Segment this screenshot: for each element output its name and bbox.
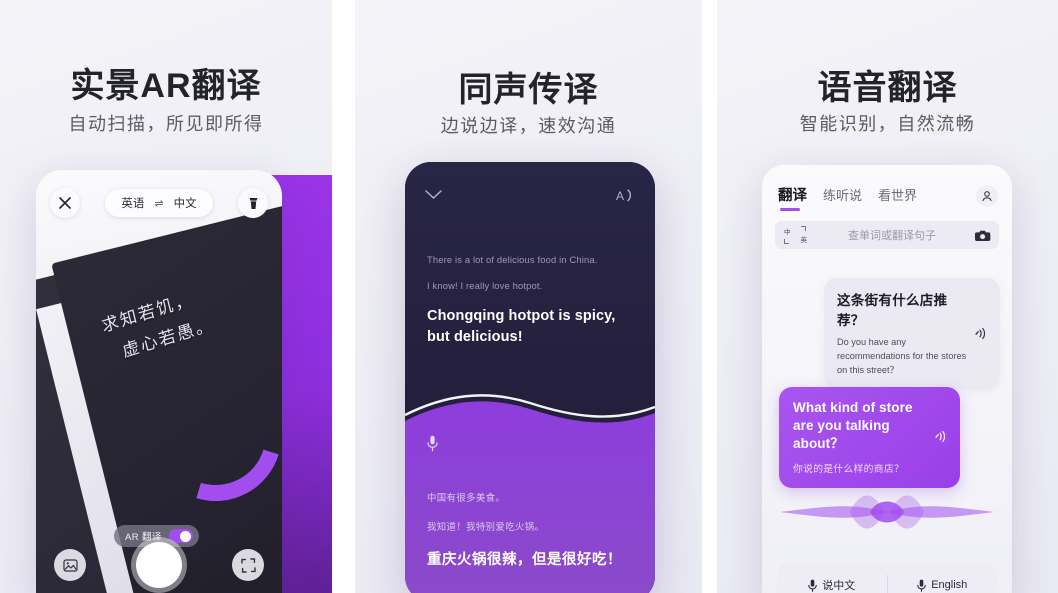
voice-waveform	[762, 487, 1012, 537]
panel-1-headline: 实景AR翻译	[70, 67, 262, 105]
tab-bar: 翻译 练听说 看世界	[778, 183, 998, 211]
search-placeholder: 查单词或翻译句子	[848, 230, 936, 242]
english-highlight: Chongqing hotpot is spicy, but delicious…	[427, 308, 616, 346]
incoming-secondary-text: Do you have any recommendations for the …	[837, 337, 967, 375]
message-bubble-incoming[interactable]: 这条街有什么店推荐？ Do you have any recommendatio…	[824, 278, 1000, 390]
chevron-down-icon[interactable]	[425, 190, 442, 200]
chinese-highlight: 重庆火锅很辣，但是很好吃！	[427, 552, 622, 568]
gallery-icon[interactable]	[54, 549, 86, 581]
bracket-top-right	[801, 226, 806, 231]
panel-simultaneous-interpretation: 同声传译 边说边译，速效沟通 A There is a lot of delic…	[355, 0, 702, 593]
panel-2-headline: 同声传译	[458, 71, 599, 109]
swap-languages-icon[interactable]: ⇌	[154, 197, 163, 210]
ar-top-bar: 英语 ⇌ 中文	[36, 184, 282, 222]
language-pair-selector[interactable]: 英语 ⇌ 中文	[105, 189, 213, 217]
panel-3-subline: 智能识别，自然流畅	[799, 114, 976, 134]
search-input[interactable]: 中 英 查单词或翻译句子	[775, 221, 999, 249]
chinese-line-2: 我知道！我特别爱吃火锅。	[427, 521, 545, 532]
svg-text:A: A	[616, 189, 624, 203]
bracket-bottom-left	[784, 239, 789, 244]
flashlight-icon[interactable]	[238, 188, 268, 218]
lang-top-label: 中	[784, 229, 791, 236]
panel-1-subline: 自动扫描，所见即所得	[68, 114, 264, 134]
outgoing-text-block: What kind of store are you talking about…	[793, 399, 928, 475]
lang-bottom-label: 英	[800, 237, 808, 244]
speak-chinese-label: 说中文	[822, 580, 856, 592]
smile-arc-graphic	[126, 345, 282, 525]
chinese-line-1: 中国有很多美食。	[427, 492, 506, 503]
panel-gap-1	[332, 0, 355, 593]
speak-english-label: English	[931, 579, 968, 591]
message-bubble-outgoing[interactable]: What kind of store are you talking about…	[779, 387, 960, 488]
tab-listening-practice[interactable]: 练听说	[823, 185, 862, 207]
english-line-2: I know! I really love hotpot.	[427, 280, 543, 291]
shutter-button[interactable]	[136, 542, 182, 588]
source-language-label: 英语	[121, 198, 145, 210]
target-language-label: 中文	[173, 198, 197, 210]
tab-translate[interactable]: 翻译	[778, 184, 807, 211]
microphone-icon[interactable]	[427, 435, 438, 452]
panel-2-subline: 边说边译，速效沟通	[440, 116, 617, 136]
account-icon[interactable]	[976, 185, 998, 207]
speak-chinese-button[interactable]: 说中文	[777, 563, 887, 593]
camera-icon[interactable]	[975, 229, 991, 242]
phone-mockup-voice: 翻译 练听说 看世界 中 英 查单词或翻译句子 这条街有什么店推荐？ Do yo…	[762, 165, 1012, 593]
book-translated-verse: 求知若饥， 虚心若愚。	[99, 289, 216, 361]
audio-language-icon[interactable]: A	[616, 187, 635, 204]
outgoing-secondary-text: 你说的是什么样的商店？	[793, 463, 905, 475]
ar-bottom-controls	[36, 540, 282, 590]
panel-gap-2	[702, 0, 717, 593]
outgoing-primary-text: What kind of store are you talking about…	[793, 400, 913, 452]
speaker-icon[interactable]	[974, 327, 987, 340]
speak-english-button[interactable]: English	[888, 563, 998, 593]
language-direction-icon[interactable]: 中 英	[783, 225, 809, 245]
english-line-1: There is a lot of delicious food in Chin…	[427, 254, 598, 265]
fullscreen-icon[interactable]	[232, 549, 264, 581]
english-transcript: There is a lot of delicious food in Chin…	[427, 254, 637, 348]
app-store-screenshot-set: 实景AR翻译 自动扫描，所见即所得 hun y fo 求知若饥， 虚心若愚。	[0, 0, 1058, 593]
panel-3-headline: 语音翻译	[817, 69, 958, 107]
voice-input-bar: 说中文 English	[777, 563, 997, 593]
panel-voice-translate: 语音翻译 智能识别，自然流畅 翻译 练听说 看世界 中 英 查单词或翻译句子 这…	[717, 0, 1058, 593]
interpretation-top-bar: A	[405, 182, 655, 208]
close-icon[interactable]	[50, 188, 80, 218]
panel-ar-translate: 实景AR翻译 自动扫描，所见即所得 hun y fo 求知若饥， 虚心若愚。	[0, 0, 332, 593]
speaker-icon-outgoing[interactable]	[934, 430, 947, 443]
phone-mockup-interpretation: A There is a lot of delicious food in Ch…	[405, 162, 655, 593]
chinese-transcript: 中国有很多美食。 我知道！我特别爱吃火锅。 重庆火锅很辣，但是很好吃！	[427, 490, 637, 569]
phone-mockup-ar: hun y fo 求知若饥， 虚心若愚。	[36, 170, 282, 593]
incoming-text-block: 这条街有什么店推荐？ Do you have any recommendatio…	[837, 289, 968, 377]
tab-explore-world[interactable]: 看世界	[878, 185, 917, 207]
incoming-primary-text: 这条街有什么店推荐？	[837, 293, 948, 328]
